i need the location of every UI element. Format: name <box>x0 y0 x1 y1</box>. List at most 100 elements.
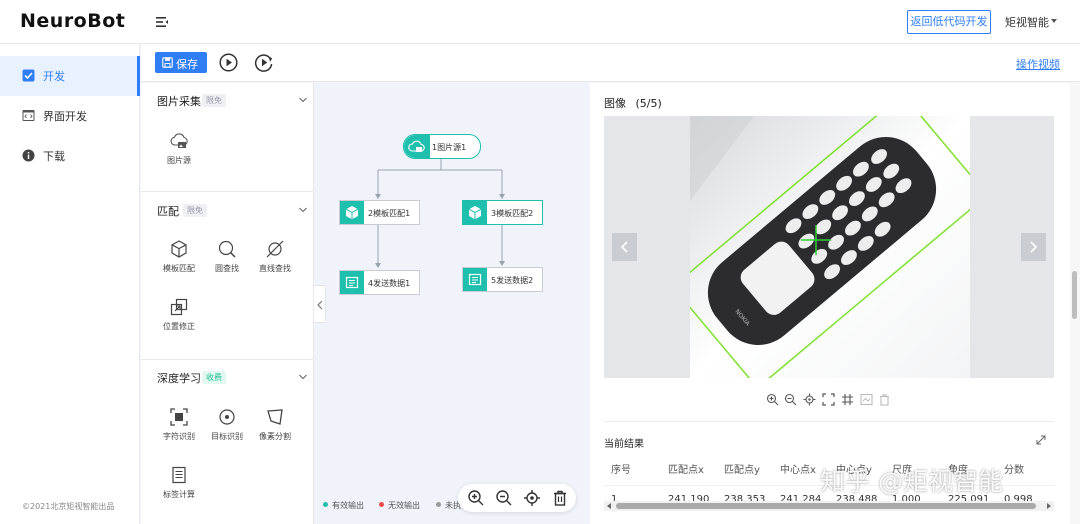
watermark-text: 知乎 @矩视智能 <box>820 467 1003 496</box>
next-image-button[interactable] <box>1021 233 1046 261</box>
tool-label: 标签计算 <box>163 490 195 499</box>
column-header: 匹配点x <box>668 465 704 476</box>
tool-template-match[interactable]: 模板匹配 <box>156 239 202 279</box>
tool-label: 位置修正 <box>163 322 195 331</box>
nav-item-develop[interactable]: 开发 <box>0 56 140 96</box>
trash-icon[interactable] <box>551 489 569 507</box>
tool-object-detect[interactable]: 目标识别 <box>204 407 250 447</box>
legend-label: 有效输出 <box>332 501 364 510</box>
tool-label: 圆查找 <box>215 264 239 273</box>
legend-dot <box>323 502 328 507</box>
chevron-left-icon <box>620 241 628 253</box>
tool-position-correct[interactable]: 位置修正 <box>156 297 202 337</box>
tool-label: 图片源 <box>167 156 191 165</box>
flow-node-send-data-1[interactable]: 4发送数据1 <box>339 270 420 295</box>
legend-dot <box>436 502 441 507</box>
image-save-icon[interactable] <box>860 393 873 406</box>
free-tag: 限免 <box>202 94 226 107</box>
collapse-panel-handle[interactable] <box>314 285 326 323</box>
expand-icon[interactable] <box>1036 435 1046 445</box>
column-header: 中心点x <box>780 465 816 476</box>
cube-icon <box>463 201 487 224</box>
chevron-down-icon[interactable] <box>299 206 307 214</box>
tool-label: 直线查找 <box>259 264 291 273</box>
scroll-left-icon[interactable] <box>606 503 612 509</box>
flow-canvas[interactable]: 1图片源1 2模板匹配1 3模板匹配2 4发送数据1 5发送数据2 有效输出 无… <box>315 83 589 524</box>
info-icon <box>22 149 35 162</box>
image-toolbar <box>766 393 896 407</box>
section-divider <box>141 191 314 192</box>
tool-label: 字符识别 <box>163 432 195 441</box>
flow-node-send-data-2[interactable]: 5发送数据2 <box>462 267 543 292</box>
zoom-in-icon[interactable] <box>766 393 779 406</box>
tool-image-source[interactable]: 图片源 <box>156 131 202 171</box>
chevron-right-icon <box>1030 241 1038 253</box>
image-counter: (5/5) <box>635 97 662 110</box>
nav-item-label: 下载 <box>43 150 65 163</box>
nav-item-ui-develop[interactable]: 界面开发 <box>0 96 140 136</box>
trash-icon[interactable] <box>878 393 891 406</box>
cube-icon <box>171 240 187 258</box>
results-title: 当前结果 <box>604 439 644 450</box>
polygon-icon <box>267 409 283 425</box>
tool-label: 模板匹配 <box>163 264 195 273</box>
zoom-out-icon[interactable] <box>784 393 797 406</box>
caret-down-icon[interactable] <box>1051 19 1057 23</box>
image-title-text: 图像 <box>604 97 626 110</box>
copyright-text: ©2021北京矩视智能出品 <box>22 502 115 511</box>
legend-dot <box>379 502 384 507</box>
play-icon[interactable] <box>219 53 238 72</box>
tool-label: 像素分割 <box>259 432 291 441</box>
column-header: 匹配点y <box>724 465 760 476</box>
zoom-out-icon[interactable] <box>495 489 513 507</box>
prev-image-button[interactable] <box>612 233 637 261</box>
menu-toggle-icon[interactable] <box>154 14 170 30</box>
floppy-disk-icon <box>162 57 173 68</box>
nav-item-label: 界面开发 <box>43 110 87 123</box>
save-button[interactable]: 保存 <box>155 52 207 73</box>
vertical-scrollbar[interactable] <box>1070 83 1080 524</box>
send-data-icon <box>340 271 364 294</box>
line-find-icon <box>266 240 284 258</box>
inspection-image: NOKIA <box>690 116 970 378</box>
flow-node-template-match-1[interactable]: 2模板匹配1 <box>339 200 420 225</box>
company-menu[interactable]: 矩视智能 <box>1005 14 1049 30</box>
back-to-lowcode-button[interactable]: 返回低代码开发 <box>907 10 991 34</box>
scroll-right-icon[interactable] <box>1046 503 1052 509</box>
flow-node-image-source[interactable]: 1图片源1 <box>403 134 481 159</box>
horizontal-scrollbar[interactable] <box>604 501 1054 511</box>
canvas-toolbar <box>458 484 576 512</box>
scrollbar-thumb[interactable] <box>1072 271 1077 319</box>
node-label: 4发送数据1 <box>368 279 411 288</box>
image-viewer[interactable]: NOKIA <box>604 116 1054 378</box>
flow-node-template-match-2[interactable]: 3模板匹配2 <box>462 200 543 225</box>
chevron-down-icon[interactable] <box>299 96 307 104</box>
tool-circle-find[interactable]: 圆查找 <box>204 239 250 279</box>
tool-line-find[interactable]: 直线查找 <box>252 239 298 279</box>
cube-icon <box>340 201 364 224</box>
locate-icon[interactable] <box>523 489 541 507</box>
tutorial-video-link[interactable]: 操作视频 <box>1016 56 1060 72</box>
locate-icon[interactable] <box>803 393 816 406</box>
send-data-icon <box>463 268 487 291</box>
nav-item-download[interactable]: 下载 <box>0 136 140 176</box>
run-once-icon[interactable] <box>254 53 274 72</box>
scrollbar-thumb[interactable] <box>616 503 1036 509</box>
tool-panel: 图片采集 限免 图片源 匹配 限免 模板匹配 圆查找 直线查找 位置修正 深度学… <box>141 83 314 524</box>
tool-label-calc[interactable]: 标签计算 <box>156 465 202 505</box>
tool-ocr[interactable]: 字符识别 <box>156 407 202 447</box>
fullscreen-icon[interactable] <box>822 393 835 406</box>
node-label: 2模板匹配1 <box>368 209 411 218</box>
grid-icon[interactable] <box>841 393 854 406</box>
tool-label: 目标识别 <box>211 432 243 441</box>
zoom-in-icon[interactable] <box>467 489 485 507</box>
chevron-left-icon <box>317 300 323 310</box>
image-panel-title: 图像 (5/5) <box>604 95 662 111</box>
checkbox-icon <box>22 69 35 82</box>
section-title: 匹配 <box>157 205 179 218</box>
tool-pixel-segment[interactable]: 像素分割 <box>252 407 298 447</box>
app-logo: NeuroBot <box>20 10 126 32</box>
column-header: 序号 <box>611 465 631 476</box>
chevron-down-icon[interactable] <box>299 373 307 381</box>
top-bar: NeuroBot 返回低代码开发 矩视智能 <box>0 0 1080 44</box>
